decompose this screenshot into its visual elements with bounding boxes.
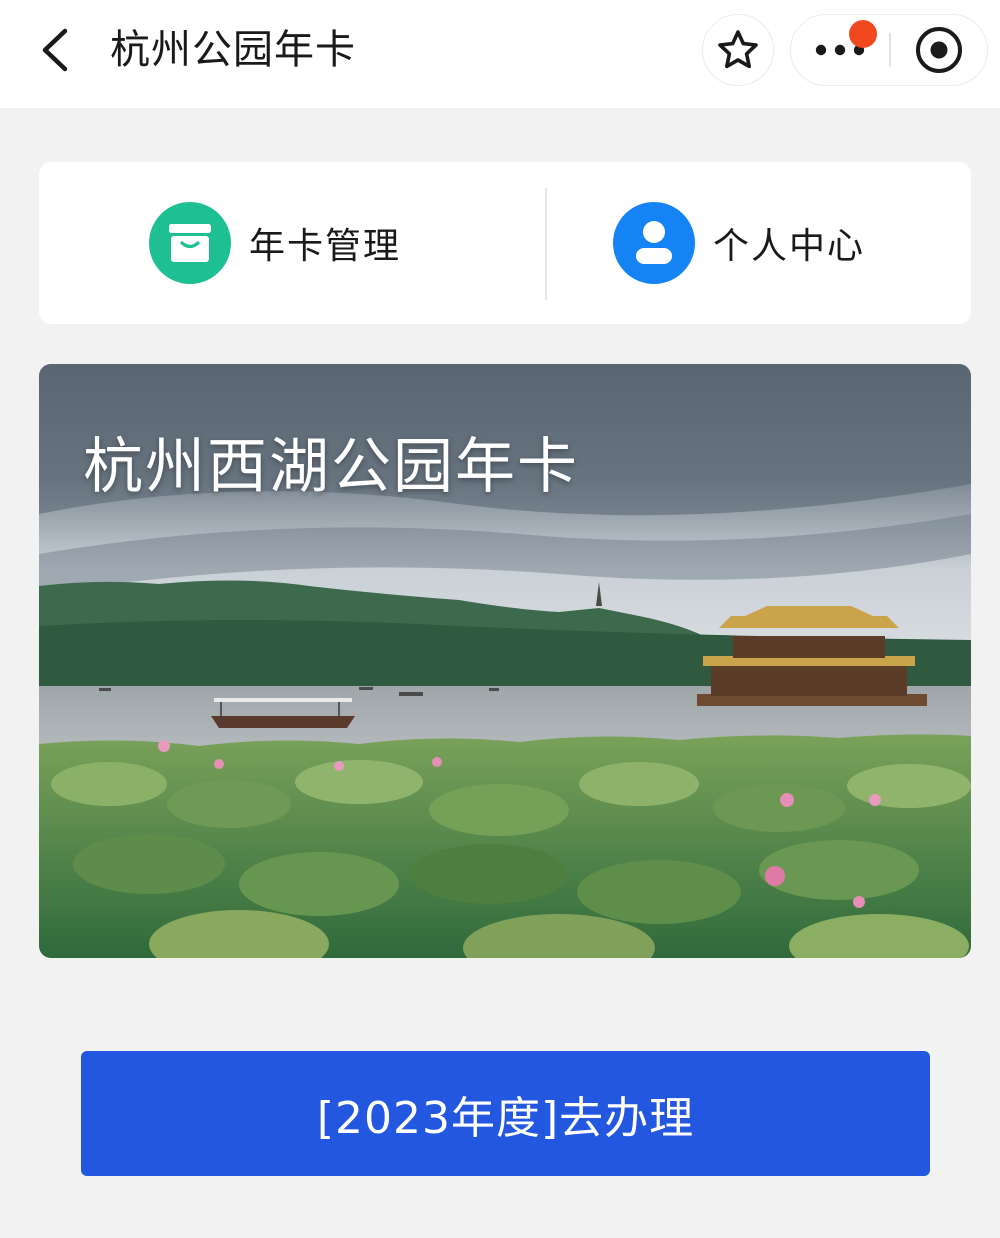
banner-title: 杭州西湖公园年卡 [83,432,579,502]
back-button[interactable] [28,22,80,78]
entry-divider [545,188,547,300]
personal-center-entry[interactable]: 个人中心 [613,162,865,324]
notification-dot [849,20,877,48]
star-icon [718,30,758,69]
mini-program-capsule [790,14,988,86]
close-miniprogram-button[interactable] [891,15,987,84]
card-management-entry[interactable]: 年卡管理 [149,162,401,324]
top-nav-bar: 杭州公园年卡 [0,0,1000,108]
card-box-icon [149,202,231,284]
page-title: 杭州公园年卡 [110,27,356,73]
apply-2023-button[interactable]: [2023年度]去办理 [81,1051,930,1176]
quick-entry-card: 年卡管理 个人中心 [39,162,971,324]
target-close-icon [916,26,962,73]
westlake-banner[interactable]: 杭州西湖公园年卡 [39,364,971,958]
chevron-left-icon [42,28,68,72]
card-management-label: 年卡管理 [249,226,402,267]
favorite-button[interactable] [702,14,774,86]
user-icon [613,202,695,284]
personal-center-label: 个人中心 [713,226,866,267]
